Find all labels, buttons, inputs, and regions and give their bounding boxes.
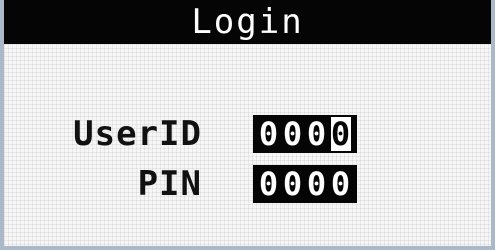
pin-digit-2[interactable]: 0 — [281, 165, 305, 203]
pin-field[interactable]: 0 0 0 0 — [253, 165, 357, 203]
pin-digit-4[interactable]: 0 — [329, 165, 353, 203]
login-screen: Login UserID 0 0 0 0 PIN 0 0 0 0 — [0, 0, 495, 250]
title-bar: Login — [4, 0, 491, 44]
pin-digit-3[interactable]: 0 — [305, 165, 329, 203]
pin-digit-1[interactable]: 0 — [257, 165, 281, 203]
userid-digit-3[interactable]: 0 — [305, 115, 329, 153]
userid-field[interactable]: 0 0 0 0 — [253, 115, 357, 153]
userid-digit-1[interactable]: 0 — [257, 115, 281, 153]
userid-digit-2[interactable]: 0 — [281, 115, 305, 153]
userid-label: UserID — [73, 114, 202, 154]
pin-label: PIN — [137, 164, 202, 204]
userid-digit-4-cursor[interactable]: 0 — [329, 115, 353, 153]
screen-title: Login — [191, 2, 304, 42]
